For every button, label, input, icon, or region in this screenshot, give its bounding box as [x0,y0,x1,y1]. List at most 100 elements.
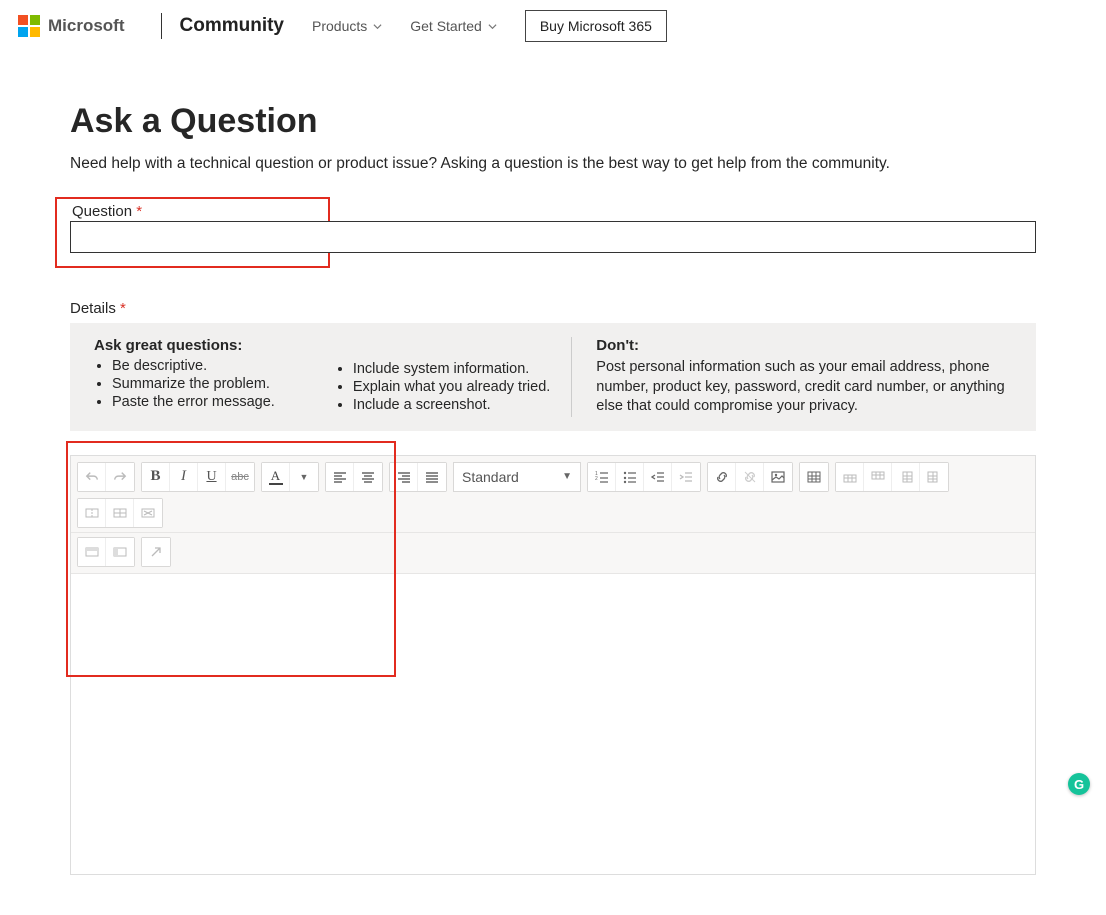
row-above-icon [843,470,857,484]
italic-button[interactable]: I [170,463,198,491]
hints-do-col1: Be descriptive. Summarize the problem. P… [94,358,275,410]
text-color-icon: A [269,469,283,485]
text-color-dropdown[interactable]: ▼ [290,463,318,491]
main-content: Ask a Question Need help with a technica… [0,102,1106,915]
table-col-left-button[interactable] [892,463,920,491]
page-subtitle: Need help with a technical question or p… [70,155,1036,173]
question-label: Question * [61,203,324,220]
community-link[interactable]: Community [180,15,285,37]
align-left-button[interactable] [326,463,354,491]
hints-do: Ask great questions: Be descriptive. Sum… [94,337,572,417]
list-item: Include a screenshot. [353,397,550,413]
microsoft-logo[interactable]: Microsoft [18,15,125,37]
indent-button[interactable] [672,463,700,491]
question-field-wrap: Question * [70,197,1036,268]
insert-table-button[interactable] [800,463,828,491]
chevron-down-icon [488,22,497,31]
nav-get-started[interactable]: Get Started [410,18,497,34]
caret-down-icon: ▼ [562,471,572,482]
required-mark: * [120,300,126,317]
table-col-right-button[interactable] [920,463,948,491]
align-right-icon [397,470,411,484]
question-label-text: Question [72,203,132,220]
numbered-list-icon: 12 [595,470,609,484]
underline-button[interactable]: U [198,463,226,491]
undo-icon [85,470,99,484]
hints-dont: Don't: Post personal information such as… [572,337,1012,417]
grammarly-icon: G [1074,777,1084,792]
text-color-button[interactable]: A [262,463,290,491]
undo-button[interactable] [78,463,106,491]
align-justify-button[interactable] [418,463,446,491]
image-icon [771,470,785,484]
redo-icon [113,470,127,484]
insert-image-button[interactable] [764,463,792,491]
table-merge-button[interactable] [78,499,106,527]
editor-body[interactable] [71,574,1035,874]
table-icon [807,470,821,484]
align-justify-icon [425,470,439,484]
grammarly-badge[interactable]: G [1068,773,1090,795]
page-title: Ask a Question [70,102,1036,141]
bulleted-list-icon [623,470,637,484]
numbered-list-button[interactable]: 12 [588,463,616,491]
paragraph-style-select[interactable]: Standard ▼ [453,462,581,492]
rich-text-editor: B I U abc A ▼ [70,455,1036,875]
editor-wrap: B I U abc A ▼ [70,455,1036,875]
nav-get-started-label: Get Started [410,18,482,34]
outdent-button[interactable] [644,463,672,491]
header-bar: Microsoft Community Products Get Started… [0,0,1106,56]
table-row-above-button[interactable] [836,463,864,491]
nav-products-label: Products [312,18,367,34]
table-header-row-button[interactable] [78,538,106,566]
header-separator [161,13,162,39]
clear-format-button[interactable] [142,538,170,566]
bulleted-list-button[interactable] [616,463,644,491]
required-mark: * [136,203,142,220]
table-split-button[interactable] [106,499,134,527]
table-row-below-button[interactable] [864,463,892,491]
question-input[interactable] [70,221,1036,253]
table-header-col-button[interactable] [106,538,134,566]
svg-text:2: 2 [595,476,598,482]
strikethrough-button[interactable]: abc [226,463,254,491]
align-center-icon [361,470,375,484]
editor-toolbar-row1: B I U abc A ▼ [71,456,1035,533]
bold-button[interactable]: B [142,463,170,491]
link-icon [715,470,729,484]
header-row-icon [85,545,99,559]
merge-cells-icon [85,506,99,520]
align-right-button[interactable] [390,463,418,491]
microsoft-logo-icon [18,15,40,37]
hints-dont-title: Don't: [596,337,1012,354]
list-item: Include system information. [353,361,550,377]
align-center-button[interactable] [354,463,382,491]
insert-link-button[interactable] [708,463,736,491]
hints-panel: Ask great questions: Be descriptive. Sum… [70,323,1036,431]
header-col-icon [113,545,127,559]
clear-format-icon [149,545,163,559]
paragraph-style-value: Standard [462,469,519,485]
hints-dont-text: Post personal information such as your e… [596,358,1012,417]
outdent-icon [651,470,665,484]
remove-link-button[interactable] [736,463,764,491]
delete-table-icon [141,506,155,520]
list-item: Paste the error message. [112,394,275,410]
caret-down-icon: ▼ [300,472,309,482]
list-item: Summarize the problem. [112,376,275,392]
microsoft-wordmark: Microsoft [48,16,125,36]
list-item: Explain what you already tried. [353,379,550,395]
hints-do-title: Ask great questions: [94,337,275,354]
col-left-icon [899,470,913,484]
details-label: Details * [70,300,1036,317]
hints-do-col2: Include system information. Explain what… [335,361,550,413]
unlink-icon [743,470,757,484]
redo-button[interactable] [106,463,134,491]
table-delete-button[interactable] [134,499,162,527]
indent-icon [679,470,693,484]
editor-toolbar-row2 [71,533,1035,574]
row-below-icon [871,470,885,484]
chevron-down-icon [373,22,382,31]
nav-products[interactable]: Products [312,18,382,34]
buy-microsoft-365-button[interactable]: Buy Microsoft 365 [525,10,667,42]
